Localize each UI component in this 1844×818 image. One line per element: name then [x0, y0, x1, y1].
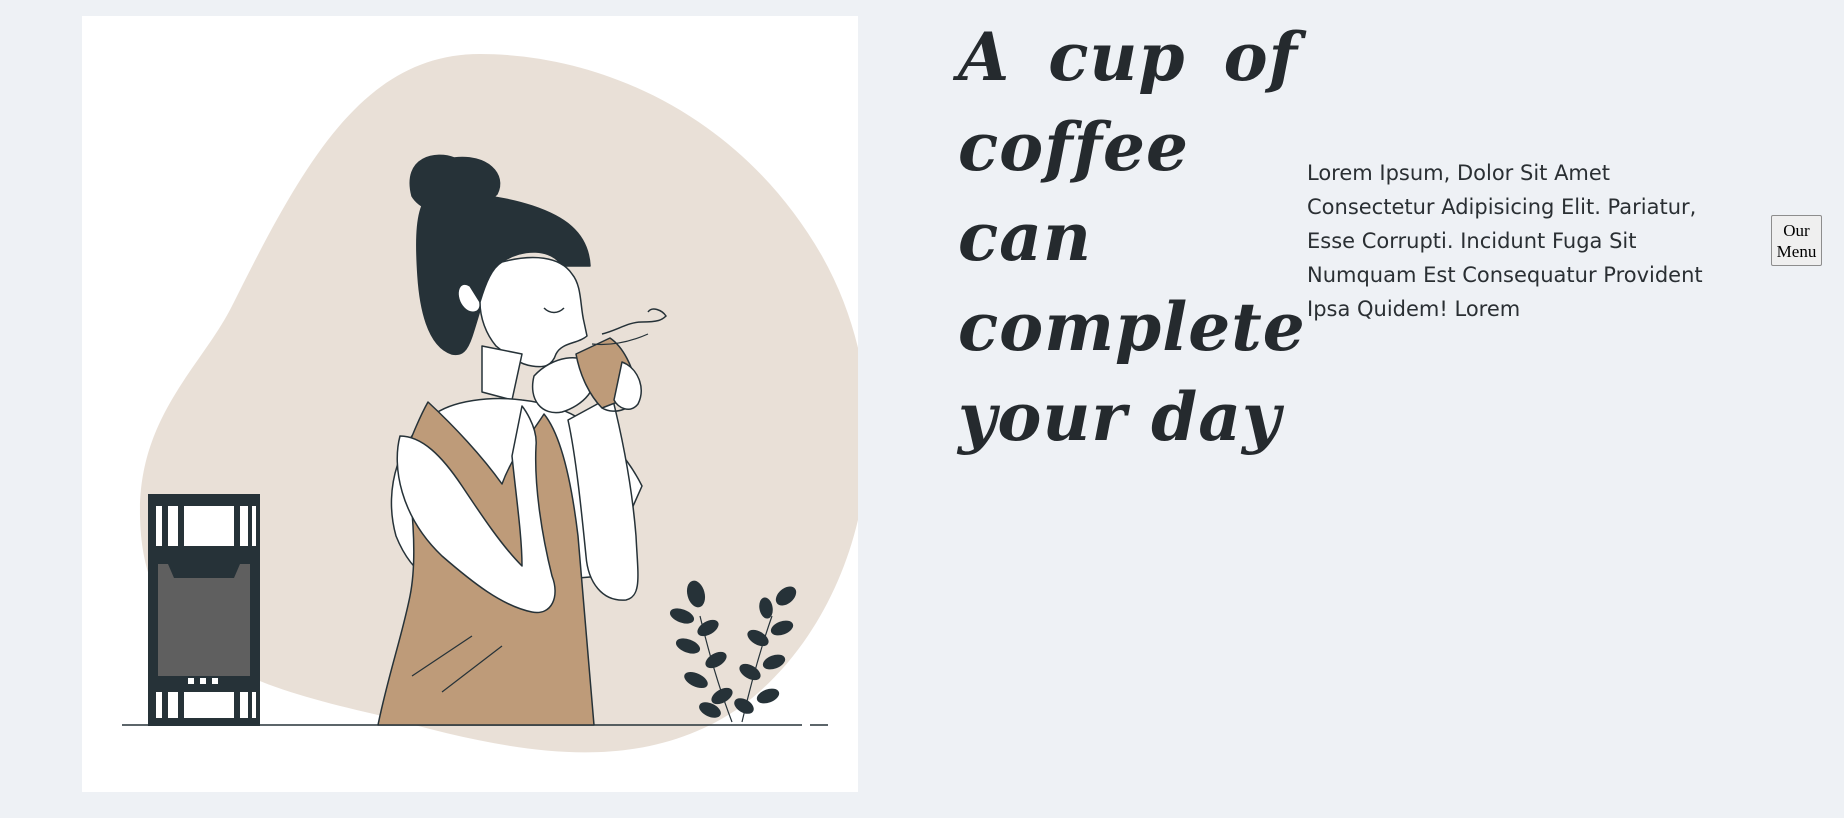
description-text: Lorem Ipsum, Dolor Sit Amet Consectetur … [1307, 161, 1703, 321]
hero-illustration [82, 16, 858, 792]
our-menu-button[interactable]: Our Menu [1771, 215, 1822, 266]
headline: A cup of coffee can complete your day [958, 18, 1306, 456]
coffee-machine-icon [148, 494, 260, 726]
woman-drinking-coffee-illustration [122, 54, 858, 753]
